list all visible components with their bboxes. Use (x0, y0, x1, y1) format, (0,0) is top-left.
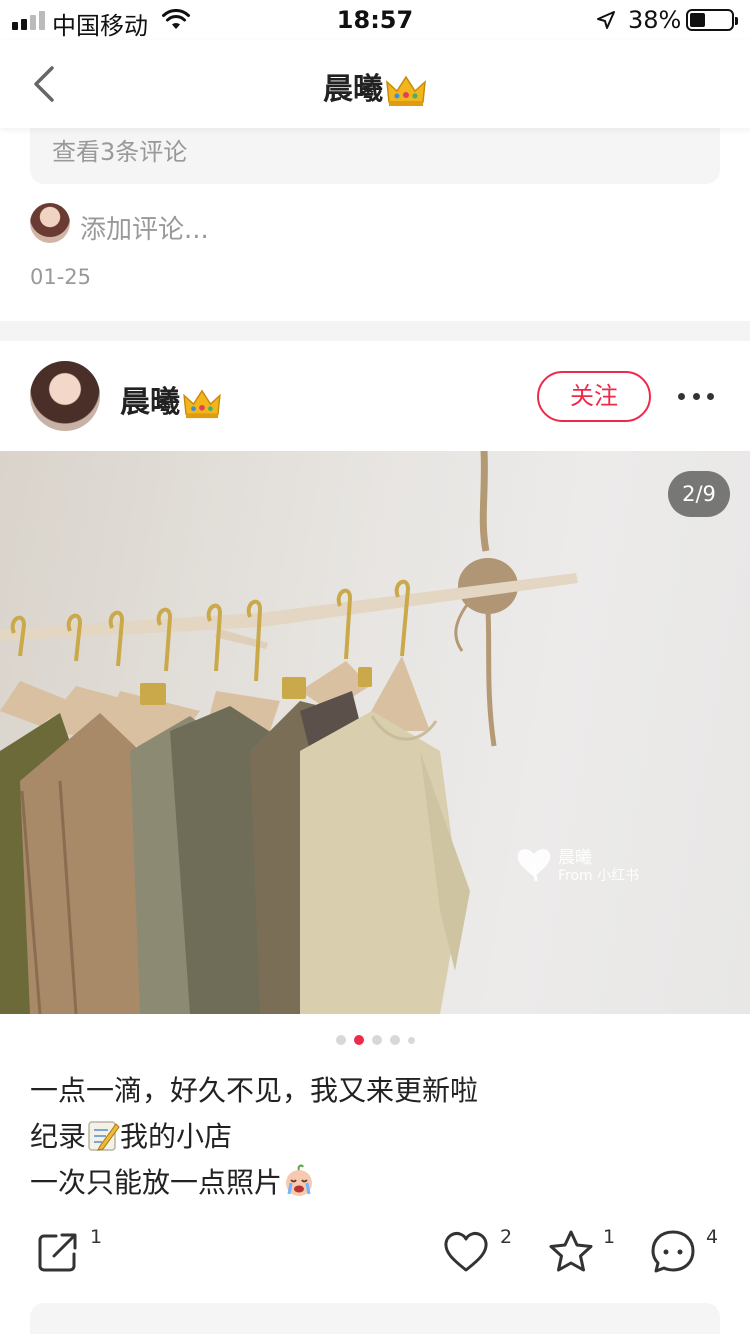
caption-line: 一点一滴，好久不见，我又来更新啦 (30, 1074, 479, 1107)
clothing-rack-illustration (0, 451, 578, 1014)
nav-bar: 晨曦 (0, 40, 750, 128)
location-arrow-icon (597, 11, 615, 29)
avatar (30, 203, 70, 243)
share-count: 1 (90, 1226, 103, 1248)
caption-line: 纪录 我的小店 (30, 1114, 720, 1160)
post-date: 01-25 (30, 265, 92, 289)
more-icon[interactable] (676, 381, 716, 411)
add-comment-row[interactable]: 添加评论... (30, 203, 720, 245)
star-icon[interactable] (547, 1228, 595, 1276)
collect-count: 1 (603, 1226, 616, 1248)
crying-baby-emoji (286, 1164, 313, 1196)
post-header: 晨曦 关注 (0, 341, 750, 451)
heart-icon[interactable] (442, 1228, 490, 1276)
carousel-dot (335, 1035, 346, 1045)
crown-icon (183, 389, 221, 418)
add-comment-input[interactable]: 添加评论... (80, 209, 209, 246)
carousel-dot-active (353, 1035, 364, 1045)
carousel-dot (389, 1035, 400, 1045)
action-bar: 1 2 1 4 (0, 1220, 750, 1290)
view-comments-link[interactable]: 查看3条评论 (52, 132, 187, 167)
author-name[interactable]: 晨曦 (120, 377, 222, 421)
caption-text: 一次只能放一点照片 (30, 1166, 283, 1199)
post-photo[interactable]: 2/9 晨曦 From 小红书 (0, 451, 750, 1014)
like-count: 2 (500, 1226, 513, 1248)
comment-preview-card[interactable] (30, 1303, 720, 1334)
battery-icon (686, 9, 738, 31)
comment-count: 4 (706, 1226, 719, 1248)
author-avatar[interactable] (30, 361, 100, 431)
share-icon[interactable] (34, 1228, 82, 1276)
divider (0, 321, 750, 341)
status-bar: 中国移动 18:57 38% (0, 0, 750, 40)
carousel-dots (0, 1035, 750, 1045)
author-name-text: 晨曦 (120, 385, 180, 420)
post-caption: 一点一滴，好久不见，我又来更新啦 纪录 我的小店 一次只能放一点照片 (30, 1068, 720, 1206)
crown-icon (386, 75, 426, 106)
page-title: 晨曦 (0, 64, 750, 108)
caption-line: 一次只能放一点照片 (30, 1160, 720, 1206)
carousel-dot (371, 1035, 382, 1045)
caption-text: 纪录 (30, 1120, 87, 1153)
heart-logo-icon (517, 849, 551, 882)
page-title-text: 晨曦 (323, 72, 383, 107)
watermark: 晨曦 From 小红书 (514, 843, 674, 889)
follow-button[interactable]: 关注 (537, 371, 651, 422)
battery-percent: 38% (628, 6, 682, 34)
memo-emoji (88, 1121, 120, 1151)
page-indicator: 2/9 (668, 471, 730, 517)
comment-icon[interactable] (649, 1228, 697, 1276)
watermark-from: From 小红书 (558, 868, 640, 884)
carousel-dot (407, 1036, 415, 1044)
caption-text: 我的小店 (120, 1120, 233, 1153)
